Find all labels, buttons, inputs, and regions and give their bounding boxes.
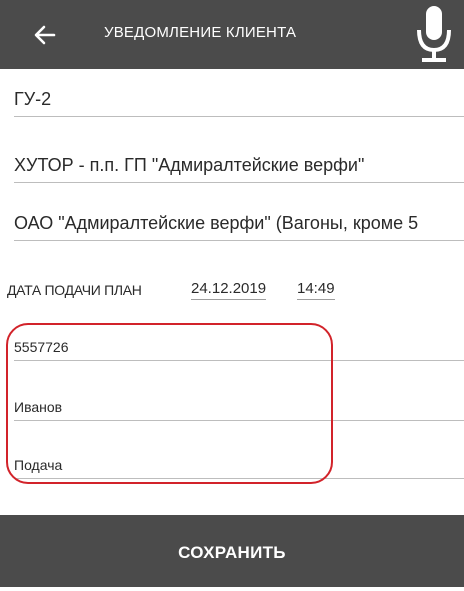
save-button[interactable]: СОХРАНИТЬ <box>0 515 464 587</box>
operation-field[interactable]: Подача <box>14 448 464 479</box>
planned-date-label: ДАТА ПОДАЧИ ПЛАН <box>7 282 142 298</box>
microphone-icon <box>417 6 451 62</box>
voice-input-button[interactable] <box>410 4 460 66</box>
page-title: УВЕДОМЛЕНИЕ КЛИЕНТА <box>104 24 297 41</box>
operation-field-value: Подача <box>14 457 63 473</box>
station-field[interactable]: ГУ-2 <box>14 86 464 117</box>
planned-time-input[interactable]: 14:49 <box>297 280 335 300</box>
client-field[interactable]: ОАО "Адмиралтейские верфи" (Вагоны, кром… <box>14 210 464 241</box>
app-bar: УВЕДОМЛЕНИЕ КЛИЕНТА <box>0 0 464 69</box>
back-button[interactable] <box>28 18 62 52</box>
station-field-value: ГУ-2 <box>14 89 52 109</box>
surname-field-value: Иванов <box>14 399 63 415</box>
arrow-left-icon <box>34 25 56 45</box>
route-field[interactable]: ХУТОР - п.п. ГП "Адмиралтейские верфи" <box>14 152 464 183</box>
number-field-value: 5557726 <box>14 339 69 355</box>
number-field[interactable]: 5557726 <box>14 330 464 361</box>
planned-date-input[interactable]: 24.12.2019 <box>191 280 267 300</box>
route-field-value: ХУТОР - п.п. ГП "Адмиралтейские верфи" <box>14 155 365 175</box>
client-field-value: ОАО "Адмиралтейские верфи" (Вагоны, кром… <box>14 213 419 233</box>
surname-field[interactable]: Иванов <box>14 390 464 421</box>
